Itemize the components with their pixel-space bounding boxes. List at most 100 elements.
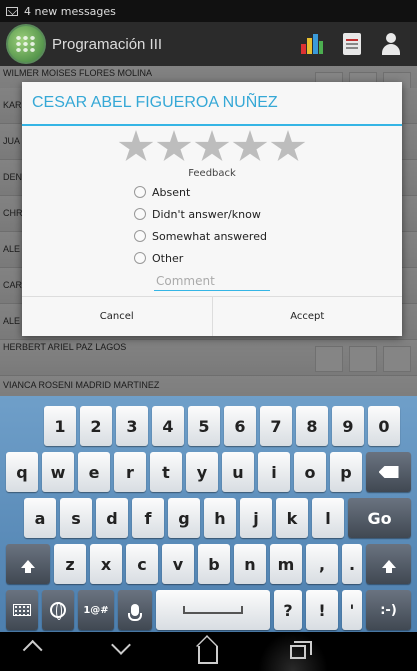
key-s[interactable]: s <box>60 498 92 538</box>
shift-icon <box>21 560 35 573</box>
keyboard-settings-key[interactable] <box>6 590 38 630</box>
feedback-dialog: CESAR ABEL FIGUEROA NUÑEZ Feedback Absen… <box>22 82 402 336</box>
key-h[interactable]: h <box>204 498 236 538</box>
key-r[interactable]: r <box>114 452 146 492</box>
star-icon[interactable] <box>118 130 154 161</box>
shift-key-right[interactable] <box>366 544 411 584</box>
key-7[interactable]: 7 <box>260 406 292 446</box>
key-j[interactable]: j <box>240 498 272 538</box>
microphone-icon <box>128 604 142 621</box>
function-row: 1@# ? ! ' :-) <box>0 590 417 630</box>
key-8[interactable]: 8 <box>296 406 328 446</box>
key-5[interactable]: 5 <box>188 406 220 446</box>
bar-chart-icon[interactable] <box>301 34 323 54</box>
smiley-key[interactable]: :-) <box>366 590 411 630</box>
key-question[interactable]: ? <box>274 590 302 630</box>
key-exclaim[interactable]: ! <box>306 590 338 630</box>
action-bar: Programación III <box>0 22 417 66</box>
soft-keyboard: 1 2 3 4 5 6 7 8 9 0 q w e r t y u i o p … <box>0 396 417 632</box>
key-f[interactable]: f <box>132 498 164 538</box>
star-icon[interactable] <box>194 130 230 161</box>
shift-key-left[interactable] <box>6 544 50 584</box>
accept-button[interactable]: Accept <box>211 297 403 336</box>
key-e[interactable]: e <box>78 452 110 492</box>
hide-keyboard-icon[interactable] <box>111 635 131 655</box>
app-logo-icon[interactable] <box>6 24 46 64</box>
feedback-label: Feedback <box>188 168 236 179</box>
language-key[interactable] <box>42 590 74 630</box>
back-icon[interactable] <box>22 639 43 660</box>
option-other[interactable]: Other <box>134 247 402 269</box>
person-icon[interactable] <box>381 33 401 55</box>
key-t[interactable]: t <box>150 452 182 492</box>
option-didnt-answer[interactable]: Didn't answer/know <box>134 203 402 225</box>
status-bar: 4 new messages <box>0 0 417 22</box>
key-apostrophe[interactable]: ' <box>342 590 362 630</box>
key-0[interactable]: 0 <box>368 406 400 446</box>
key-q[interactable]: q <box>6 452 38 492</box>
home-icon[interactable] <box>198 646 218 664</box>
voice-input-key[interactable] <box>118 590 152 630</box>
key-g[interactable]: g <box>168 498 200 538</box>
key-m[interactable]: m <box>270 544 302 584</box>
key-1[interactable]: 1 <box>44 406 76 446</box>
key-c[interactable]: c <box>126 544 158 584</box>
key-k[interactable]: k <box>276 498 308 538</box>
shift-icon <box>381 560 396 573</box>
home-row: a s d f g h j k l Go <box>0 498 417 538</box>
star-icon[interactable] <box>232 130 268 161</box>
key-a[interactable]: a <box>24 498 56 538</box>
key-9[interactable]: 9 <box>332 406 364 446</box>
option-label: Somewhat answered <box>152 229 267 243</box>
feedback-options: Absent Didn't answer/know Somewhat answe… <box>134 181 402 269</box>
bottom-letter-row: z x c v b n m , . <box>0 544 417 584</box>
radio-icon[interactable] <box>134 252 146 264</box>
option-label: Didn't answer/know <box>152 207 261 221</box>
key-3[interactable]: 3 <box>116 406 148 446</box>
radio-icon[interactable] <box>134 208 146 220</box>
keyboard-icon <box>13 604 31 616</box>
star-icon[interactable] <box>156 130 192 161</box>
key-d[interactable]: d <box>96 498 128 538</box>
comment-input[interactable] <box>154 271 270 291</box>
go-key[interactable]: Go <box>348 498 411 538</box>
key-2[interactable]: 2 <box>80 406 112 446</box>
option-absent[interactable]: Absent <box>134 181 402 203</box>
document-icon[interactable] <box>343 33 361 55</box>
key-u[interactable]: u <box>222 452 254 492</box>
radio-icon[interactable] <box>134 230 146 242</box>
key-l[interactable]: l <box>312 498 344 538</box>
space-icon <box>183 606 243 614</box>
app-title: Programación III <box>52 35 163 53</box>
key-o[interactable]: o <box>294 452 326 492</box>
key-i[interactable]: i <box>258 452 290 492</box>
key-b[interactable]: b <box>198 544 230 584</box>
number-row: 1 2 3 4 5 6 7 8 9 0 <box>0 406 417 446</box>
option-somewhat-answered[interactable]: Somewhat answered <box>134 225 402 247</box>
option-label: Absent <box>152 185 191 199</box>
recent-apps-icon[interactable] <box>290 641 312 659</box>
symbols-key[interactable]: 1@# <box>78 590 114 630</box>
key-p[interactable]: p <box>330 452 362 492</box>
key-x[interactable]: x <box>90 544 122 584</box>
space-key[interactable] <box>156 590 270 630</box>
mail-icon <box>6 6 18 16</box>
radio-icon[interactable] <box>134 186 146 198</box>
star-icon[interactable] <box>270 130 306 161</box>
globe-icon <box>50 602 66 620</box>
backspace-key[interactable] <box>366 452 411 492</box>
key-n[interactable]: n <box>234 544 266 584</box>
option-label: Other <box>152 251 184 265</box>
key-z[interactable]: z <box>54 544 86 584</box>
key-comma[interactable]: , <box>306 544 338 584</box>
key-y[interactable]: y <box>186 452 218 492</box>
star-rating[interactable] <box>22 130 402 164</box>
key-period[interactable]: . <box>342 544 362 584</box>
dialog-title: CESAR ABEL FIGUEROA NUÑEZ <box>22 82 402 126</box>
cancel-button[interactable]: Cancel <box>22 297 212 336</box>
key-w[interactable]: w <box>42 452 74 492</box>
key-4[interactable]: 4 <box>152 406 184 446</box>
key-6[interactable]: 6 <box>224 406 256 446</box>
key-v[interactable]: v <box>162 544 194 584</box>
navigation-bar <box>0 632 417 671</box>
